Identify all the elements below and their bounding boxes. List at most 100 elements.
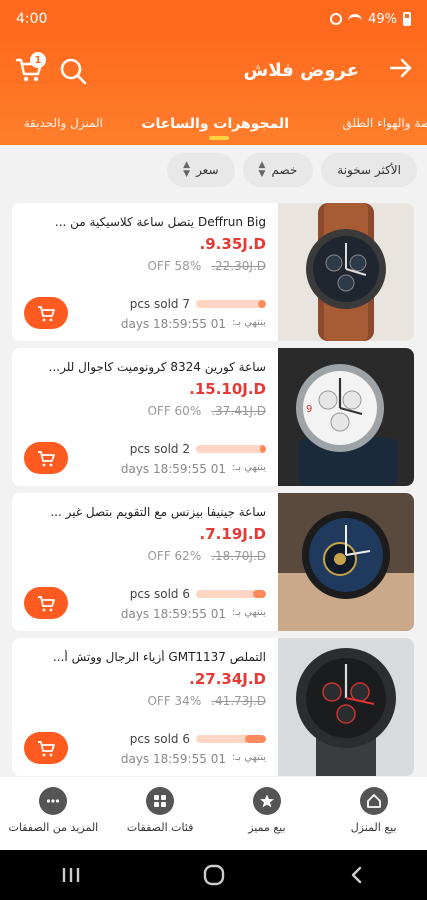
product-price: .15.10J.D bbox=[189, 380, 266, 398]
old-price-row: OFF 58% .22.30J.D bbox=[147, 259, 266, 273]
watch-image bbox=[278, 493, 414, 631]
product-list-panel: الأكثر سخونة خصم ▲ ▼ سعر ▲ ▼ Deffrun Big ي… bbox=[0, 145, 427, 777]
old-price: .41.73J.D bbox=[211, 694, 266, 708]
cart-icon bbox=[38, 451, 55, 467]
timer-row: days 18:59:55 01 ينتهي بـ: bbox=[121, 462, 266, 476]
timer-value: days 18:59:55 01 bbox=[120, 462, 226, 476]
tab-outdoor[interactable]: ضة والهواء الطلق bbox=[342, 116, 427, 130]
sold-progress-fill bbox=[257, 300, 266, 308]
old-price-row: OFF 60% .37.41J.D bbox=[147, 404, 266, 418]
nav-home-sale-label: بيع المنزل bbox=[350, 821, 397, 834]
wifi-icon bbox=[348, 14, 363, 24]
cart-badge: 1 bbox=[30, 52, 46, 68]
notification-icon bbox=[330, 13, 343, 25]
nav-more-deals-label: المزيد من الصفقات bbox=[8, 821, 99, 834]
header-row: 1 عروض فلاش bbox=[0, 38, 427, 108]
bottom-nav: بيع المنزل بيع مميز فئات الصفقات المزيد … bbox=[0, 777, 427, 850]
sold-progress-fill bbox=[260, 445, 266, 453]
product-title: التملص GMT1137 أزياء الرجال ووتش أ... bbox=[52, 650, 266, 664]
header: 1 عروض فلاش ضة والهواء الطلق المجوهرات و… bbox=[0, 38, 427, 145]
nav-deal-categories[interactable]: فئات الصفقات bbox=[107, 777, 214, 850]
product-title: Deffrun Big يتصل ساعة كلاسيكية من ... bbox=[54, 215, 266, 229]
home-icon bbox=[359, 787, 388, 815]
sort-arrows-icon: ▲ ▼ bbox=[183, 160, 191, 179]
add-to-cart-button[interactable] bbox=[24, 442, 68, 474]
sold-row: pcs sold 6 bbox=[130, 587, 266, 601]
filter-hottest[interactable]: الأكثر سخونة bbox=[321, 153, 417, 187]
product-card[interactable]: التملص GMT1137 أزياء الرجال ووتش أ... .2… bbox=[12, 638, 414, 776]
sold-row: pcs sold 6 bbox=[130, 732, 266, 746]
watch-image bbox=[278, 638, 414, 776]
sold-progress-bar bbox=[196, 735, 266, 743]
add-to-cart-button[interactable] bbox=[24, 732, 68, 764]
nav-featured-sale-label: بيع مميز bbox=[248, 821, 286, 834]
old-price: .37.41J.D bbox=[211, 404, 266, 418]
nav-featured-sale[interactable]: بيع مميز bbox=[214, 777, 321, 850]
sold-count: pcs sold 6 bbox=[129, 732, 190, 746]
product-price: .7.19J.D bbox=[199, 525, 266, 543]
status-icons: 49% bbox=[330, 12, 411, 27]
tab-home-garden[interactable]: المنزل والحديقة bbox=[24, 116, 103, 130]
tab-jewelry-watches[interactable]: المجوهرات والساعات bbox=[141, 116, 289, 132]
cart-button[interactable]: 1 bbox=[14, 52, 46, 86]
sort-arrows-icon: ▲ ▼ bbox=[258, 160, 266, 179]
old-price-row: OFF 34% .41.73J.D bbox=[147, 694, 266, 708]
nav-deal-categories-label: فئات الصفقات bbox=[126, 821, 194, 834]
sold-count: pcs sold 2 bbox=[129, 442, 190, 456]
old-price: .22.30J.D bbox=[211, 259, 266, 273]
timer-value: days 18:59:55 01 bbox=[120, 317, 226, 331]
filter-discount[interactable]: خصم ▲ ▼ bbox=[242, 153, 314, 187]
product-title: ساعة جينيفا بيزنس مع التقويم بتصل غير ..… bbox=[50, 505, 266, 519]
home-circle-icon[interactable] bbox=[202, 863, 226, 887]
timer-value: days 18:59:55 01 bbox=[120, 607, 226, 621]
status-time: 4:00 bbox=[16, 11, 48, 27]
discount-label: OFF 62% bbox=[147, 549, 202, 563]
old-price-row: OFF 62% .18.70J.D bbox=[147, 549, 266, 563]
status-bar: 4:00 49% bbox=[0, 0, 427, 38]
timer-row: days 18:59:55 01 ينتهي بـ: bbox=[121, 317, 266, 331]
watch-image: 9 bbox=[278, 348, 414, 486]
sold-row: pcs sold 7 bbox=[130, 297, 266, 311]
back-chevron-icon[interactable] bbox=[347, 865, 367, 885]
discount-label: OFF 58% bbox=[147, 259, 202, 273]
nav-home-sale[interactable]: بيع المنزل bbox=[320, 777, 427, 850]
discount-label: OFF 34% bbox=[147, 694, 202, 708]
old-price: .18.70J.D bbox=[211, 549, 266, 563]
filter-row: الأكثر سخونة خصم ▲ ▼ سعر ▲ ▼ bbox=[167, 153, 417, 187]
sold-progress-bar bbox=[196, 590, 266, 598]
sold-count: pcs sold 6 bbox=[129, 587, 190, 601]
timer-row: days 18:59:55 01 ينتهي بـ: bbox=[121, 752, 266, 766]
cart-icon bbox=[38, 306, 55, 322]
timer-value: days 18:59:55 01 bbox=[120, 752, 226, 766]
product-card[interactable]: Deffrun Big يتصل ساعة كلاسيكية من ... .9… bbox=[12, 203, 414, 341]
svg-text:9: 9 bbox=[306, 404, 312, 415]
product-price: .9.35J.D bbox=[199, 235, 266, 253]
add-to-cart-button[interactable] bbox=[24, 297, 68, 329]
product-card[interactable]: ساعة جينيفا بيزنس مع التقويم بتصل غير ..… bbox=[12, 493, 414, 631]
search-button[interactable] bbox=[58, 56, 90, 88]
star-icon bbox=[252, 787, 281, 815]
sold-progress-bar bbox=[196, 300, 266, 308]
recent-apps-icon[interactable] bbox=[60, 865, 82, 885]
timer-label: ينتهي بـ: bbox=[231, 607, 266, 618]
discount-label: OFF 60% bbox=[147, 404, 202, 418]
sold-progress-bar bbox=[196, 445, 266, 453]
cart-icon bbox=[38, 596, 55, 612]
product-card[interactable]: 9 ساعة كورين 8324 كرونوميت كاجوال للر...… bbox=[12, 348, 414, 486]
add-to-cart-button[interactable] bbox=[24, 587, 68, 619]
product-title: ساعة كورين 8324 كرونوميت كاجوال للر... bbox=[48, 360, 266, 374]
search-icon bbox=[60, 58, 87, 85]
active-tab-indicator bbox=[209, 136, 229, 140]
battery-icon bbox=[403, 12, 411, 26]
system-navigation-bar bbox=[0, 850, 427, 900]
arrow-right-icon bbox=[389, 58, 412, 78]
battery-percent: 49% bbox=[368, 11, 397, 27]
timer-label: ينتهي بـ: bbox=[231, 752, 266, 763]
timer-label: ينتهي بـ: bbox=[231, 317, 266, 328]
product-price: .27.34J.D bbox=[189, 670, 266, 688]
filter-hottest-label: الأكثر سخونة bbox=[337, 163, 401, 177]
filter-price[interactable]: سعر ▲ ▼ bbox=[167, 153, 235, 187]
back-button[interactable] bbox=[387, 54, 415, 82]
nav-more-deals[interactable]: المزيد من الصفقات bbox=[0, 777, 107, 850]
sold-progress-fill bbox=[253, 590, 266, 598]
